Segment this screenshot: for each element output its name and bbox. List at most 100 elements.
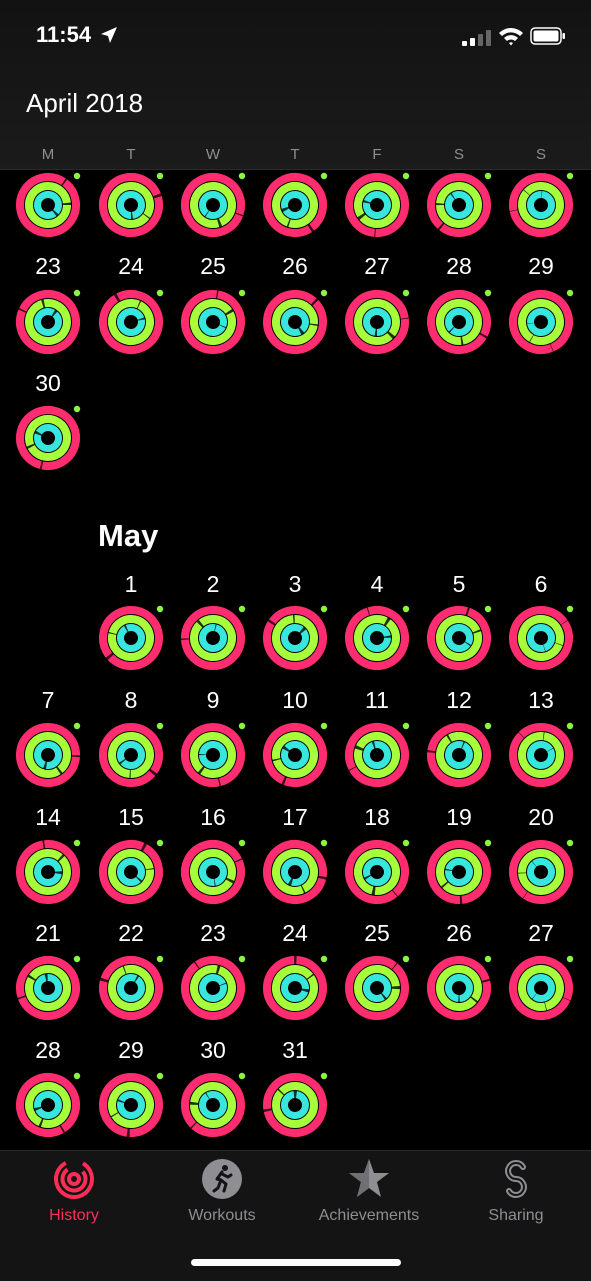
sharing-s-icon [505, 1160, 527, 1198]
day-number: 16 [200, 804, 226, 830]
day-number: 18 [364, 804, 390, 830]
activity-rings-day[interactable] [15, 955, 81, 1021]
activity-rings-day[interactable] [15, 172, 81, 238]
day-number: 9 [206, 687, 220, 713]
day-number: 4 [370, 571, 384, 597]
day-number: 23 [35, 253, 61, 279]
activity-rings-day[interactable] [15, 1072, 81, 1138]
header-divider [0, 169, 591, 170]
activity-rings-day[interactable] [180, 289, 246, 355]
day-number: 31 [282, 1037, 308, 1063]
day-number: 28 [446, 253, 472, 279]
day-number: 1 [124, 571, 138, 597]
day-number: 24 [282, 920, 308, 946]
day-number: 22 [118, 920, 144, 946]
activity-rings-day[interactable] [426, 172, 492, 238]
activity-rings-day[interactable] [262, 722, 328, 788]
activity-rings-day[interactable] [344, 839, 410, 905]
activity-rings-day[interactable] [180, 605, 246, 671]
activity-rings-day[interactable] [15, 839, 81, 905]
tab-history[interactable]: History [4, 1157, 144, 1225]
activity-rings-day[interactable] [508, 289, 574, 355]
day-number: 29 [118, 1037, 144, 1063]
activity-rings-day[interactable] [180, 1072, 246, 1138]
tab-label-history: History [49, 1207, 99, 1224]
activity-rings-day[interactable] [344, 605, 410, 671]
runner-icon [202, 1159, 242, 1199]
day-number: 23 [200, 920, 226, 946]
tab-label-workouts: Workouts [188, 1207, 256, 1224]
activity-rings-day[interactable] [508, 839, 574, 905]
activity-rings-day[interactable] [98, 289, 164, 355]
header: 11:54 April 2018 M T W T F S S [0, 0, 591, 170]
activity-rings-day[interactable] [426, 605, 492, 671]
activity-rings-day[interactable] [98, 955, 164, 1021]
activity-rings-day[interactable] [180, 839, 246, 905]
day-number: 3 [288, 571, 302, 597]
activity-rings-day[interactable] [262, 839, 328, 905]
star-icon [349, 1159, 389, 1197]
activity-rings-day[interactable] [508, 172, 574, 238]
home-indicator [191, 1259, 401, 1266]
page-title: April 2018 [26, 88, 144, 118]
activity-rings-day[interactable] [98, 172, 164, 238]
activity-rings-day[interactable] [508, 605, 574, 671]
activity-rings-day[interactable] [180, 172, 246, 238]
activity-rings-day[interactable] [15, 722, 81, 788]
tab-label-achievements: Achievements [318, 1207, 420, 1224]
day-number: 30 [200, 1037, 226, 1063]
activity-rings-day[interactable] [426, 955, 492, 1021]
month-title-may: May [98, 518, 159, 553]
weekday-wed: W [205, 146, 221, 163]
day-number: 21 [35, 920, 61, 946]
activity-rings-day[interactable] [262, 605, 328, 671]
calendar-scroll[interactable]: May 23 24 25 26 27 28 29 30 1 2 3 4 5 6 7 8 9 10 11 12 13 14 1… [0, 0, 591, 1150]
weekday-mon: M [41, 146, 55, 163]
history-rings-icon [54, 1159, 94, 1199]
battery-icon [530, 27, 565, 45]
day-number: 26 [446, 920, 472, 946]
day-number: 10 [282, 687, 308, 713]
activity-rings-day[interactable] [426, 289, 492, 355]
tab-achievements[interactable]: Achievements [299, 1157, 439, 1225]
activity-rings-day[interactable] [15, 289, 81, 355]
activity-rings-day[interactable] [426, 839, 492, 905]
day-number: 5 [452, 571, 466, 597]
tab-workouts[interactable]: Workouts [152, 1157, 292, 1225]
weekday-tue: T [126, 146, 136, 163]
tab-sharing[interactable]: Sharing [446, 1157, 586, 1225]
day-number: 20 [528, 804, 554, 830]
activity-rings-day[interactable] [15, 405, 81, 471]
activity-rings-day[interactable] [262, 1072, 328, 1138]
day-number: 7 [41, 687, 55, 713]
day-number: 6 [534, 571, 548, 597]
day-number: 13 [528, 687, 554, 713]
weekday-sun: S [535, 146, 546, 163]
tab-label-sharing: Sharing [488, 1207, 544, 1224]
activity-rings-day[interactable] [262, 172, 328, 238]
day-number: 14 [35, 804, 61, 830]
activity-rings-day[interactable] [344, 172, 410, 238]
activity-rings-day[interactable] [426, 722, 492, 788]
activity-rings-day[interactable] [344, 722, 410, 788]
day-number: 26 [282, 253, 308, 279]
activity-rings-day[interactable] [344, 955, 410, 1021]
weekday-header: M T W T F S S [0, 146, 591, 166]
activity-rings-day[interactable] [98, 1072, 164, 1138]
activity-rings-day[interactable] [508, 955, 574, 1021]
activity-rings-day[interactable] [344, 289, 410, 355]
day-number: 12 [446, 687, 472, 713]
status-time: 11:54 [36, 22, 92, 47]
activity-rings-day[interactable] [262, 955, 328, 1021]
activity-rings-day[interactable] [262, 289, 328, 355]
activity-rings-day[interactable] [98, 839, 164, 905]
wifi-icon [499, 28, 523, 46]
activity-rings-day[interactable] [180, 955, 246, 1021]
day-number: 27 [528, 920, 554, 946]
day-number: 17 [282, 804, 308, 830]
activity-rings-day[interactable] [180, 722, 246, 788]
day-number: 30 [35, 370, 61, 396]
activity-rings-day[interactable] [98, 605, 164, 671]
activity-rings-day[interactable] [98, 722, 164, 788]
activity-rings-day[interactable] [508, 722, 574, 788]
